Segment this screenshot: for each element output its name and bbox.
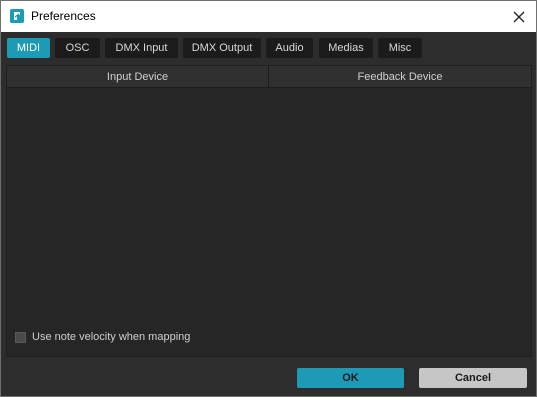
tab-audio[interactable]: Audio bbox=[266, 38, 313, 58]
close-button[interactable] bbox=[502, 1, 536, 32]
app-logo-icon bbox=[10, 9, 24, 23]
header-divider bbox=[7, 87, 531, 88]
title-bar: Preferences bbox=[1, 1, 536, 32]
tab-bar: MIDI OSC DMX Input DMX Output Audio Medi… bbox=[1, 32, 536, 62]
window-title: Preferences bbox=[31, 9, 96, 23]
tab-medias[interactable]: Medias bbox=[319, 38, 373, 58]
velocity-checkbox-row[interactable]: Use note velocity when mapping bbox=[15, 331, 190, 343]
tab-osc[interactable]: OSC bbox=[55, 38, 100, 58]
midi-devices-panel: Input Device Feedback Device Use note ve… bbox=[6, 65, 532, 357]
preferences-window: Preferences MIDI OSC DMX Input DMX Outpu… bbox=[0, 0, 537, 397]
close-icon bbox=[513, 11, 525, 22]
column-header-feedback-device[interactable]: Feedback Device bbox=[269, 66, 531, 87]
velocity-checkbox-label: Use note velocity when mapping bbox=[32, 331, 191, 343]
tab-misc[interactable]: Misc bbox=[378, 38, 422, 58]
ok-button[interactable]: OK bbox=[297, 368, 404, 388]
column-header-input-device[interactable]: Input Device bbox=[7, 66, 268, 87]
cancel-button[interactable]: Cancel bbox=[419, 368, 527, 388]
tab-dmx-output[interactable]: DMX Output bbox=[183, 38, 261, 58]
tab-dmx-input[interactable]: DMX Input bbox=[105, 38, 178, 58]
tab-midi[interactable]: MIDI bbox=[7, 38, 50, 58]
velocity-checkbox[interactable] bbox=[15, 331, 26, 343]
